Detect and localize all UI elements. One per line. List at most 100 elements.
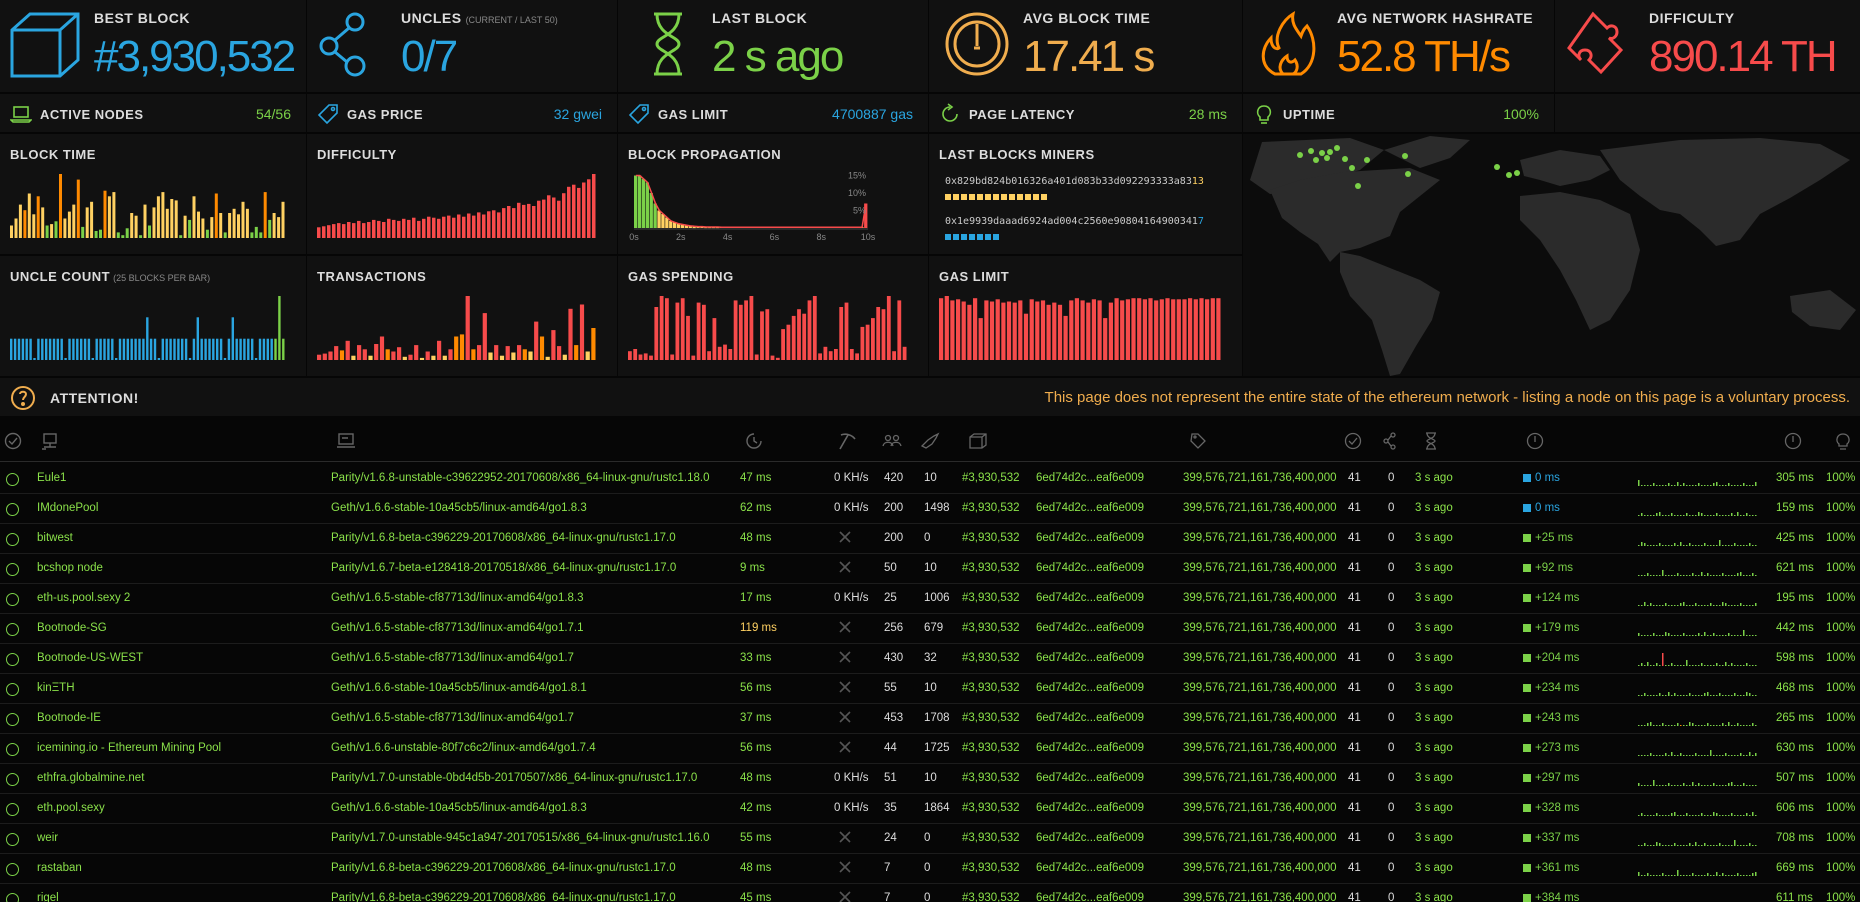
last-block-column-icon[interactable] <box>1422 432 1440 450</box>
chart-bar <box>385 349 390 360</box>
node-uncles: 0 <box>1388 562 1395 574</box>
node-avg-propagation: 621 ms <box>1776 562 1814 574</box>
pin-toggle[interactable] <box>6 683 19 696</box>
sparkline-bar <box>1707 845 1709 846</box>
pin-column-icon[interactable] <box>4 432 22 450</box>
node-hash: 6ed74d2c...eaf6e009 <box>1036 562 1145 574</box>
peers-column-icon[interactable] <box>882 432 902 450</box>
pin-toggle[interactable] <box>6 773 19 786</box>
sparkline-bar <box>1713 545 1715 546</box>
pin-toggle[interactable] <box>6 893 19 902</box>
sparkline-bar <box>1653 780 1655 786</box>
sparkline-bar <box>1647 873 1649 876</box>
chart-bar <box>552 197 556 238</box>
pin-toggle[interactable] <box>6 563 19 576</box>
pin-toggle[interactable] <box>6 473 19 486</box>
latency-column-icon[interactable] <box>744 432 764 450</box>
table-row[interactable]: rigel Parity/v1.6.8-beta-c396229-2017060… <box>0 884 1860 902</box>
table-row[interactable]: Eule1 Parity/v1.6.8-unstable-c39622952-2… <box>0 464 1860 494</box>
pin-toggle[interactable] <box>6 833 19 846</box>
pin-toggle[interactable] <box>6 653 19 666</box>
pin-toggle[interactable] <box>6 533 19 546</box>
node-type-column-icon[interactable] <box>336 432 356 450</box>
chart-bar <box>786 324 791 360</box>
sparkline-bar <box>1710 695 1712 696</box>
sparkline-bar <box>1641 813 1643 816</box>
node-uncles: 0 <box>1388 652 1395 664</box>
sparkline-bar <box>1734 543 1736 546</box>
table-row[interactable]: icemining.io - Ethereum Mining Pool Geth… <box>0 734 1860 764</box>
pickaxe-icon[interactable] <box>838 432 858 450</box>
sparkline-bar <box>1653 515 1655 516</box>
table-row[interactable]: eth.pool.sexy Geth/v1.6.6-stable-10a45cb… <box>0 794 1860 824</box>
chart-bar <box>241 201 245 238</box>
sparkline-bar <box>1692 665 1694 666</box>
sparkline-bar <box>1689 722 1691 726</box>
pin-toggle[interactable] <box>6 863 19 876</box>
sparkline-bar <box>1716 755 1718 756</box>
sparkline-bar <box>1656 663 1658 666</box>
sparkline-bar <box>1656 875 1658 876</box>
sparkline-bar <box>1731 845 1733 846</box>
x-tick-label: 0s <box>629 232 639 242</box>
node-transactions: 41 <box>1348 712 1361 724</box>
table-row[interactable]: bcshop node Parity/v1.6.7-beta-e128418-2… <box>0 554 1860 584</box>
propagation-column-icon[interactable] <box>1526 432 1544 450</box>
table-row[interactable]: kinΞTH Geth/v1.6.6-stable-10a45cb5/linux… <box>0 674 1860 704</box>
uncles-column-icon[interactable] <box>1382 432 1400 450</box>
sparkline-bar <box>1647 695 1649 696</box>
chart-bar <box>770 355 775 360</box>
pin-toggle[interactable] <box>6 623 19 636</box>
pin-toggle[interactable] <box>6 743 19 756</box>
pin-toggle[interactable] <box>6 503 19 516</box>
node-name-column-icon[interactable] <box>40 432 60 450</box>
table-row[interactable]: weir Parity/v1.7.0-unstable-945c1a947-20… <box>0 824 1860 854</box>
sparkline-bar <box>1746 513 1748 516</box>
sparkline-bar <box>1713 695 1715 696</box>
chart-bar <box>239 338 242 360</box>
chart-bar <box>183 215 187 238</box>
stat-value: 32 gwei <box>553 106 602 122</box>
pending-column-icon[interactable] <box>920 432 940 450</box>
sparkline-bar <box>1662 815 1664 816</box>
table-row[interactable]: rastaban Parity/v1.6.8-beta-c396229-2017… <box>0 854 1860 884</box>
sparkline-bar <box>1746 845 1748 846</box>
table-row[interactable]: Bootnode-IE Geth/v1.6.5-stable-cf87713d/… <box>0 704 1860 734</box>
table-row[interactable]: IMdonePool Geth/v1.6.6-stable-10a45cb5/l… <box>0 494 1860 524</box>
sparkline-bar <box>1686 695 1688 696</box>
pin-toggle[interactable] <box>6 803 19 816</box>
sparkline-bar <box>1665 515 1667 516</box>
pin-toggle[interactable] <box>6 593 19 606</box>
sparkline-bar <box>1704 665 1706 666</box>
transactions-column-icon[interactable] <box>1344 432 1362 450</box>
uptime-column-icon[interactable] <box>1834 432 1852 450</box>
chart-bar <box>1029 299 1034 360</box>
chart-bar <box>723 344 727 360</box>
stat-value: 17.41 s <box>1023 32 1155 81</box>
sparkline-bar <box>1692 635 1694 636</box>
sparkline-bar <box>1650 695 1652 696</box>
table-row[interactable]: bitwest Parity/v1.6.8-beta-c396229-20170… <box>0 524 1860 554</box>
sparkline-bar <box>1674 515 1676 516</box>
node-peers: 7 <box>884 892 891 902</box>
node-last-block: 3 s ago <box>1415 622 1453 634</box>
stat-value: 52.8 TH/s <box>1337 32 1511 81</box>
sparkline-bar <box>1656 485 1658 486</box>
miner-block-square <box>977 194 983 200</box>
chart-bar <box>116 232 120 238</box>
table-row[interactable]: eth-us.pool.sexy 2 Geth/v1.6.5-stable-cf… <box>0 584 1860 614</box>
table-row[interactable]: Bootnode-US-WEST Geth/v1.6.5-stable-cf87… <box>0 644 1860 674</box>
node-block: #3,930,532 <box>962 892 1020 902</box>
sparkline-bar <box>1680 542 1682 546</box>
sparkline-bar <box>1746 785 1748 786</box>
chart-bar <box>18 204 22 238</box>
node-last-block: 3 s ago <box>1415 472 1453 484</box>
pin-toggle[interactable] <box>6 713 19 726</box>
avg-propagation-column-icon[interactable] <box>1784 432 1802 450</box>
table-row[interactable]: Bootnode-SG Geth/v1.6.5-stable-cf87713d/… <box>0 614 1860 644</box>
table-row[interactable]: ethfra.globalmine.net Parity/v1.7.0-unst… <box>0 764 1860 794</box>
node-latency: 48 ms <box>740 862 772 874</box>
sparkline-bar <box>1743 845 1745 846</box>
block-column-icon[interactable] <box>968 432 988 450</box>
difficulty-column-icon[interactable] <box>1188 432 1208 450</box>
